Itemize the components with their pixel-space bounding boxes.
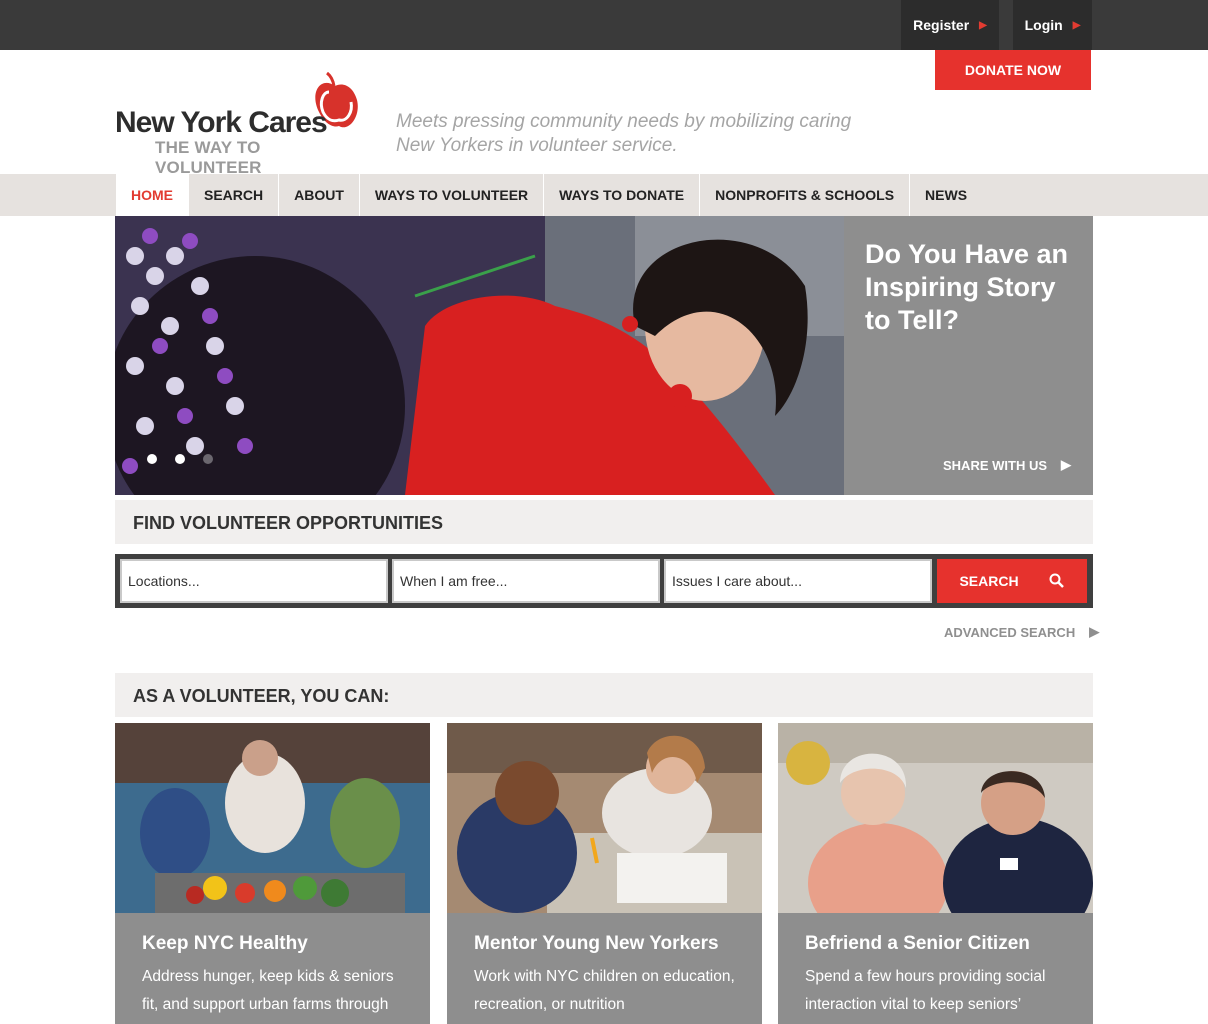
card-title: Keep NYC Healthy bbox=[142, 933, 308, 954]
play-arrow-icon: ▶ bbox=[1072, 19, 1081, 31]
volunteer-heading: AS A VOLUNTEER, YOU CAN: bbox=[133, 686, 390, 706]
carousel-dots bbox=[147, 454, 213, 464]
play-arrow-icon: ▶ bbox=[1061, 457, 1071, 472]
volunteer-heading-bar: AS A VOLUNTEER, YOU CAN: bbox=[115, 673, 1093, 717]
hero-title: Do You Have an Inspiring Story to Tell? bbox=[865, 239, 1069, 335]
donate-now-button[interactable]: DONATE NOW bbox=[935, 50, 1091, 90]
carousel-dot[interactable] bbox=[147, 454, 157, 464]
card-photo bbox=[447, 723, 762, 913]
logo-tagline: THE WAY TO VOLUNTEER bbox=[155, 138, 262, 177]
card-keep-nyc-healthy[interactable]: Keep NYC Healthy Address hunger, keep ki… bbox=[115, 723, 430, 1024]
opportunity-search-bar: Locations... When I am free... Issues I … bbox=[115, 554, 1093, 608]
site-logo[interactable]: New York Cares THE WAY TO VOLUNTEER bbox=[115, 72, 365, 177]
card-photo bbox=[778, 723, 1093, 913]
nav-search[interactable]: SEARCH bbox=[189, 174, 280, 216]
logo-wordmark: New York Cares bbox=[115, 106, 328, 139]
issues-field[interactable]: Issues I care about... bbox=[664, 559, 932, 603]
carousel-dot[interactable] bbox=[203, 454, 213, 464]
nav-nonprofits-schools[interactable]: NONPROFITS & SCHOOLS bbox=[700, 174, 911, 216]
search-button-label: SEARCH bbox=[959, 573, 1019, 589]
nav-home[interactable]: HOME bbox=[116, 174, 189, 216]
login-link[interactable]: Login ▶ bbox=[1013, 0, 1092, 50]
carousel-dot[interactable] bbox=[175, 454, 185, 464]
search-button[interactable]: SEARCH bbox=[937, 559, 1087, 603]
advanced-search-link[interactable]: ADVANCED SEARCH ▶ bbox=[944, 624, 1099, 640]
find-opportunities-heading-bar: FIND VOLUNTEER OPPORTUNITIES bbox=[115, 500, 1093, 544]
card-title: Befriend a Senior Citizen bbox=[805, 933, 1030, 954]
locations-field[interactable]: Locations... bbox=[120, 559, 388, 603]
advanced-search-label: ADVANCED SEARCH bbox=[944, 624, 1076, 640]
play-arrow-icon: ▶ bbox=[1089, 624, 1100, 639]
card-body: Befriend a Senior Citizen Spend a few ho… bbox=[778, 913, 1093, 1024]
card-body: Keep NYC Healthy Address hunger, keep ki… bbox=[115, 913, 430, 1024]
site-tagline: Meets pressing community needs by mobili… bbox=[396, 111, 852, 156]
main-nav: HOME SEARCH ABOUT WAYS TO VOLUNTEER WAYS… bbox=[116, 174, 982, 216]
login-label: Login bbox=[1024, 17, 1063, 33]
register-label: Register bbox=[913, 17, 970, 33]
card-text: Work with NYC children on education, rec… bbox=[474, 968, 735, 1013]
nav-ways-to-donate[interactable]: WAYS TO DONATE bbox=[544, 174, 701, 216]
find-opportunities-heading: FIND VOLUNTEER OPPORTUNITIES bbox=[133, 513, 444, 533]
search-icon bbox=[1049, 573, 1064, 588]
hero-carousel-image[interactable] bbox=[115, 216, 844, 495]
card-befriend-senior-citizen[interactable]: Befriend a Senior Citizen Spend a few ho… bbox=[778, 723, 1093, 1024]
nav-news[interactable]: NEWS bbox=[910, 174, 982, 216]
top-bar: Register ▶ Login ▶ bbox=[0, 0, 1208, 50]
card-mentor-young-new-yorkers[interactable]: Mentor Young New Yorkers Work with NYC c… bbox=[447, 723, 762, 1024]
hero-photo bbox=[115, 216, 844, 495]
nav-ways-to-volunteer[interactable]: WAYS TO VOLUNTEER bbox=[360, 174, 545, 216]
nav-about[interactable]: ABOUT bbox=[279, 174, 360, 216]
card-body: Mentor Young New Yorkers Work with NYC c… bbox=[447, 913, 762, 1024]
share-with-us-link[interactable]: SHARE WITH US ▶ bbox=[943, 457, 1071, 473]
share-label: SHARE WITH US bbox=[943, 457, 1047, 473]
play-arrow-icon: ▶ bbox=[979, 19, 987, 31]
card-title: Mentor Young New Yorkers bbox=[474, 933, 719, 954]
hero-story-panel: Do You Have an Inspiring Story to Tell? … bbox=[844, 216, 1093, 495]
card-text: Spend a few hours providing social inter… bbox=[805, 968, 1046, 1013]
when-free-field[interactable]: When I am free... bbox=[392, 559, 660, 603]
card-photo bbox=[115, 723, 430, 913]
register-link[interactable]: Register ▶ bbox=[901, 0, 999, 50]
card-text: Address hunger, keep kids & seniors fit,… bbox=[142, 968, 394, 1013]
